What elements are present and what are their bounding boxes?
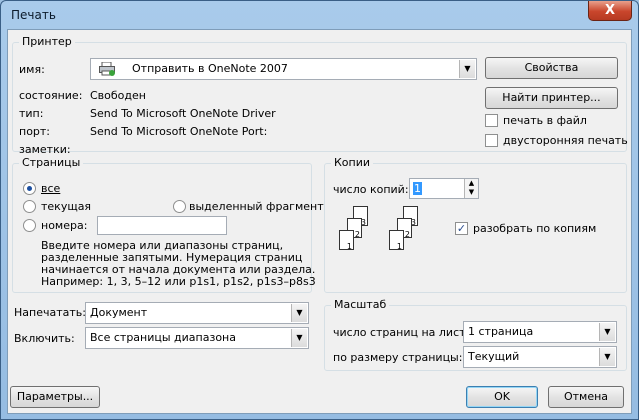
collate-illustration-uncollated: 3 2 1 <box>333 202 373 252</box>
pages-current-radio[interactable] <box>23 200 36 213</box>
page-icon: 1 <box>339 230 354 251</box>
pages-numbers-label[interactable]: номера: <box>41 219 87 232</box>
pages-help-text: Введите номера или диапазоны страниц, ра… <box>41 240 316 288</box>
cancel-button[interactable]: Отмена <box>548 386 624 408</box>
printer-type-label: тип: <box>19 107 44 120</box>
copies-count-label: число копий: <box>333 183 409 196</box>
chevron-down-icon[interactable]: ▼ <box>599 323 615 341</box>
zoom-group-title: Масштаб <box>331 298 390 311</box>
include-select[interactable]: Все страницы диапазона ▼ <box>85 327 309 349</box>
help-line: Например: 1, 3, 5–12 или p1s1, p1s2, p1s… <box>41 275 316 288</box>
print-what-label: Напечатать: <box>14 306 86 319</box>
scale-select[interactable]: Текущий ▼ <box>463 346 617 368</box>
printer-name-value: Отправить в OneNote 2007 <box>132 62 288 75</box>
printer-type-value: Send To Microsoft OneNote Driver <box>90 107 276 120</box>
pages-group-title: Страницы <box>19 156 84 169</box>
print-what-select[interactable]: Документ ▼ <box>85 302 309 324</box>
print-what-value: Документ <box>90 306 148 319</box>
printer-icon <box>99 61 115 76</box>
pages-all-radio[interactable] <box>23 182 36 195</box>
pages-selection-label[interactable]: выделенный фрагмент <box>189 200 324 213</box>
chevron-down-icon[interactable]: ▼ <box>599 348 615 366</box>
print-to-file-checkbox[interactable] <box>485 114 498 127</box>
title-bar[interactable]: Печать X <box>1 1 638 29</box>
printer-group-title: Принтер <box>19 35 75 48</box>
options-button[interactable]: Параметры... <box>10 386 100 408</box>
scale-value: Текущий <box>468 350 520 363</box>
pages-numbers-radio[interactable] <box>23 219 36 232</box>
pages-all-label[interactable]: все <box>41 182 60 195</box>
printer-group: Принтер имя: Отправить в OneNote 2007 ▼ … <box>12 35 628 156</box>
window-title: Печать <box>11 8 56 22</box>
page-icon: 1 <box>389 230 404 251</box>
printer-status-label: состояние: <box>19 89 83 102</box>
copies-count-value: 1 <box>413 182 422 195</box>
pages-per-sheet-select[interactable]: 1 страница ▼ <box>463 321 617 343</box>
copies-spinner[interactable]: ▲ ▼ <box>464 179 478 198</box>
page-numbers-input[interactable] <box>97 216 227 235</box>
collate-checkbox[interactable]: ✓ <box>455 222 468 235</box>
printer-name-label: имя: <box>19 63 45 76</box>
chevron-down-icon[interactable]: ▼ <box>459 60 475 78</box>
find-printer-button[interactable]: Найти принтер... <box>485 87 618 109</box>
chevron-down-icon[interactable]: ▼ <box>291 329 307 347</box>
printer-status-value: Свободен <box>90 89 146 102</box>
include-label: Включить: <box>14 332 75 345</box>
printer-notes-label: заметки: <box>19 143 71 156</box>
print-to-file-label[interactable]: печать в файл <box>503 114 587 127</box>
copies-group: Копии число копий: 1 ▲ ▼ 3 2 1 3 2 1 ✓ р… <box>324 156 627 293</box>
duplex-label[interactable]: двусторонняя печать <box>503 134 628 147</box>
zoom-group: Масштаб число страниц на листе: 1 страни… <box>324 298 627 371</box>
pages-per-sheet-value: 1 страница <box>468 325 534 338</box>
include-value: Все страницы диапазона <box>90 331 236 344</box>
properties-button[interactable]: Свойства <box>485 57 618 79</box>
chevron-up-icon[interactable]: ▲ <box>465 179 478 188</box>
chevron-down-icon[interactable]: ▼ <box>465 188 478 197</box>
duplex-checkbox[interactable] <box>485 134 498 147</box>
copies-count-input[interactable]: 1 ▲ ▼ <box>409 178 479 199</box>
pages-group: Страницы все текущая выделенный фрагмент… <box>12 156 324 293</box>
scale-label: по размеру страницы: <box>333 351 463 364</box>
printer-name-select[interactable]: Отправить в OneNote 2007 ▼ <box>90 58 477 80</box>
close-button[interactable]: X <box>588 1 632 21</box>
ok-button[interactable]: OK <box>466 386 538 408</box>
chevron-down-icon[interactable]: ▼ <box>291 304 307 322</box>
collate-illustration-collated: 3 2 1 <box>383 202 423 252</box>
pages-selection-radio[interactable] <box>173 200 186 213</box>
printer-port-value: Send To Microsoft OneNote Port: <box>90 125 268 138</box>
dialog-body: Принтер имя: Отправить в OneNote 2007 ▼ … <box>7 29 632 414</box>
pages-per-sheet-label: число страниц на листе: <box>333 326 476 339</box>
pages-current-label[interactable]: текущая <box>41 200 91 213</box>
printer-port-label: порт: <box>19 125 51 138</box>
copies-group-title: Копии <box>331 156 374 169</box>
print-dialog: Печать X Принтер имя: Отправить в OneNot… <box>0 0 639 420</box>
collate-label[interactable]: разобрать по копиям <box>473 222 596 235</box>
